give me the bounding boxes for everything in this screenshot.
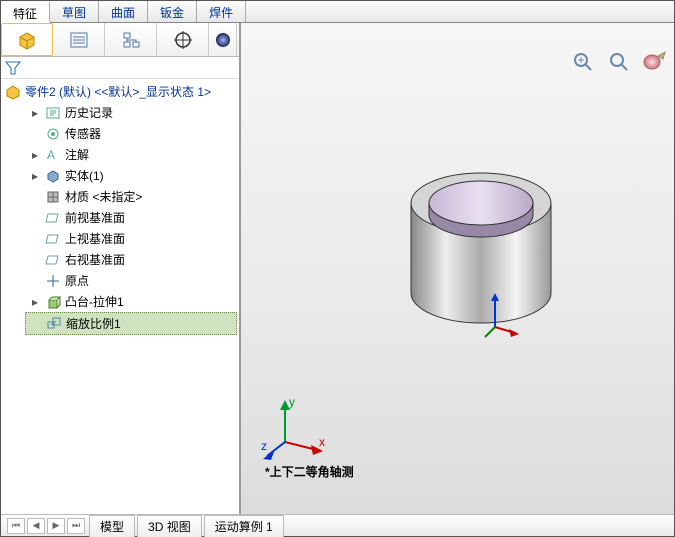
nav-button-0[interactable]: ⏮ <box>7 518 25 534</box>
tree-item-label: 前视基准面 <box>65 209 125 226</box>
bottom-bar: ⏮◀▶⏭模型3D 视图运动算例 1 <box>1 514 674 536</box>
tree-item-label: 历史记录 <box>65 104 113 121</box>
origin-triad-icon <box>481 291 521 341</box>
annotation-icon: A <box>45 147 61 163</box>
tree-item-label: 材质 <未指定> <box>65 188 142 205</box>
tree-item-4[interactable]: 材质 <未指定> <box>25 186 237 207</box>
property-manager-button[interactable] <box>53 23 105 56</box>
list-icon <box>69 30 89 50</box>
tree-item-3[interactable]: ▸ 实体(1) <box>25 165 237 186</box>
zoom-fit-button[interactable] <box>570 49 596 75</box>
zoom-area-button[interactable] <box>606 49 632 75</box>
sphere-icon <box>215 32 231 48</box>
tree-item-label: 原点 <box>65 272 89 289</box>
tab-1[interactable]: 草图 <box>50 1 99 22</box>
expander-icon[interactable]: ▸ <box>29 148 41 162</box>
expander-icon[interactable]: ▸ <box>29 106 41 120</box>
extrude-icon <box>45 294 61 310</box>
tab-3[interactable]: 钣金 <box>148 1 197 22</box>
hierarchy-icon <box>121 30 141 50</box>
zoom-icon <box>608 51 630 73</box>
scale-icon <box>46 316 62 332</box>
tree-item-label: 上视基准面 <box>65 230 125 247</box>
tree-item-10[interactable]: 缩放比例1 <box>25 312 237 335</box>
history-icon <box>45 105 61 121</box>
tree-item-7[interactable]: 右视基准面 <box>25 249 237 270</box>
view-tools <box>570 49 668 75</box>
dimxpert-manager-button[interactable] <box>157 23 209 56</box>
tree-item-label: 注解 <box>65 146 89 163</box>
cube-icon <box>16 29 38 51</box>
nav-button-1[interactable]: ◀ <box>27 518 45 534</box>
panel-toolbar <box>1 23 239 57</box>
tree-item-2[interactable]: ▸ A 注解 <box>25 144 237 165</box>
expander-icon[interactable]: ▸ <box>29 295 41 309</box>
tree-item-label: 凸台-拉伸1 <box>65 293 124 310</box>
tree-item-label: 传感器 <box>65 125 101 142</box>
plane-icon <box>45 231 61 247</box>
nav-button-2[interactable]: ▶ <box>47 518 65 534</box>
tree-item-8[interactable]: 原点 <box>25 270 237 291</box>
viewport-3d[interactable]: y x z *上下二等角轴测 <box>241 23 674 514</box>
feature-manager-button[interactable] <box>1 23 53 56</box>
filter-row <box>1 57 239 79</box>
bottom-tab-1[interactable]: 3D 视图 <box>137 515 202 537</box>
bottom-tab-0[interactable]: 模型 <box>89 515 135 537</box>
solid-icon <box>45 168 61 184</box>
main-row: 零件2 (默认) <<默认>_显示状态 1> ▸ 历史记录传感器 ▸ A 注解 ▸ 实体(1… <box>1 23 674 514</box>
tree-item-label: 右视基准面 <box>65 251 125 268</box>
origin-icon <box>45 273 61 289</box>
plane-icon <box>45 252 61 268</box>
axis-x-label: x <box>319 435 325 449</box>
configuration-manager-button[interactable] <box>105 23 157 56</box>
funnel-icon[interactable] <box>5 60 21 76</box>
feature-tree-panel: 零件2 (默认) <<默认>_显示状态 1> ▸ 历史记录传感器 ▸ A 注解 ▸ 实体(1… <box>1 23 241 514</box>
tree-item-0[interactable]: ▸ 历史记录 <box>25 102 237 123</box>
display-manager-button[interactable] <box>209 23 237 56</box>
plane-icon <box>45 210 61 226</box>
tree-item-9[interactable]: ▸ 凸台-拉伸1 <box>25 291 237 312</box>
appearance-icon <box>643 51 667 73</box>
axis-triad-icon: y x z <box>261 392 331 462</box>
axis-y-label: y <box>289 395 295 409</box>
tab-2[interactable]: 曲面 <box>99 1 148 22</box>
tree-item-6[interactable]: 上视基准面 <box>25 228 237 249</box>
tab-0[interactable]: 特征 <box>1 2 50 23</box>
svg-text:A: A <box>47 148 55 162</box>
expander-icon[interactable]: ▸ <box>29 169 41 183</box>
zoom-fit-icon <box>572 51 594 73</box>
tree-root-label: 零件2 (默认) <<默认>_显示状态 1> <box>25 83 211 100</box>
material-icon <box>45 189 61 205</box>
tree-root[interactable]: 零件2 (默认) <<默认>_显示状态 1> <box>5 81 237 102</box>
tab-4[interactable]: 焊件 <box>197 1 246 22</box>
appearance-button[interactable] <box>642 49 668 75</box>
axis-z-label: z <box>261 439 267 453</box>
nav-button-3[interactable]: ⏭ <box>67 518 85 534</box>
target-icon <box>173 30 193 50</box>
tree-item-label: 缩放比例1 <box>66 315 121 332</box>
feature-tree: 零件2 (默认) <<默认>_显示状态 1> ▸ 历史记录传感器 ▸ A 注解 ▸ 实体(1… <box>1 79 239 514</box>
tree-item-label: 实体(1) <box>65 167 104 184</box>
view-orientation-label: *上下二等角轴测 <box>265 463 354 480</box>
bottom-tab-2[interactable]: 运动算例 1 <box>204 515 284 537</box>
sensor-icon <box>45 126 61 142</box>
tree-item-1[interactable]: 传感器 <box>25 123 237 144</box>
feature-tabs: 特征草图曲面钣金焊件 <box>1 1 674 23</box>
part-icon <box>5 84 21 100</box>
tree-item-5[interactable]: 前视基准面 <box>25 207 237 228</box>
